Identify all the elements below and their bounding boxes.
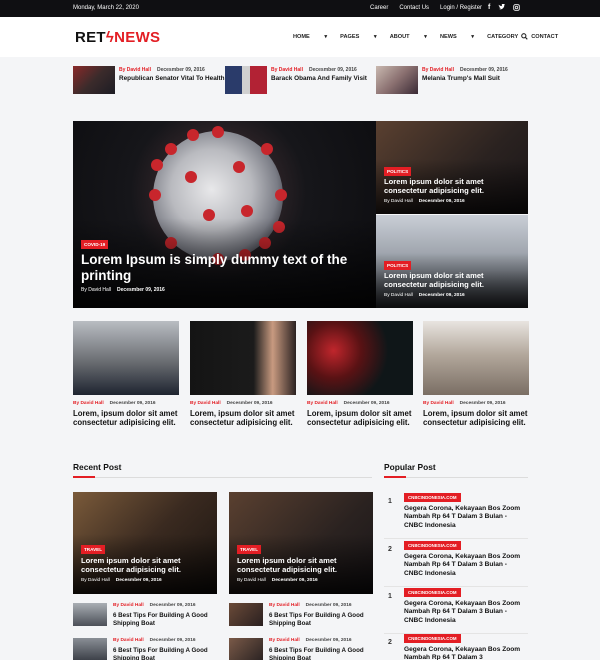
nav-home[interactable]: HOME ▾ [293, 34, 327, 40]
ticker-title[interactable]: Melania Trump's Mall Suit [422, 75, 530, 83]
heading-underline [73, 476, 95, 478]
social-links: f [488, 3, 521, 13]
news-card[interactable]: By David Hall Decesmber 09, 2016 Lorem, i… [190, 321, 296, 441]
top-bar: Monday, March 22, 2020 Career Contact Us… [0, 0, 600, 17]
category-badge[interactable]: TRAVEL [81, 545, 106, 554]
career-link[interactable]: Career [370, 5, 388, 11]
popular-rank: 2 [388, 546, 392, 553]
recent-thumbnail [229, 638, 263, 660]
news-card[interactable]: By David Hall Decesmber 09, 2016 Lorem, i… [307, 321, 413, 441]
site-logo[interactable]: RETϟNEWS [75, 29, 160, 46]
popular-title[interactable]: Gegera Corona, Kekayaan Bos Zoom Nambah … [404, 505, 526, 530]
category-badge[interactable]: COVID-19 [81, 240, 109, 249]
source-badge[interactable]: CNBCINDONESIA.COM [404, 634, 461, 643]
popular-rank: 1 [388, 593, 392, 600]
recent-list-item[interactable]: By David Hall Decesmber 09, 2016 6 Best T… [229, 638, 379, 660]
ticker-item[interactable]: By David Hall Decesmber 09, 2016 Republic… [73, 66, 225, 96]
recent-item-title[interactable]: 6 Best Tips For Building A Good Shipping… [269, 647, 379, 660]
popular-title[interactable]: Gegera Corona, Kekayaan Bos Zoom Nambah … [404, 553, 526, 578]
nav-news[interactable]: NEWS ▾ [440, 34, 474, 40]
recent-post-heading: Recent Post [73, 462, 122, 472]
recent-thumbnail [229, 603, 263, 626]
nav-about[interactable]: ABOUT ▾ [390, 34, 427, 40]
side-story-meta: By David Hall Decesmber 09, 2016 [384, 199, 465, 204]
recent-thumbnail [73, 603, 107, 626]
contact-us-link[interactable]: Contact Us [399, 5, 429, 11]
popular-item[interactable]: 1 CNBCINDONESIA.COM Gegera Corona, Kekay… [384, 588, 528, 636]
ticker-item[interactable]: By David Hall Decesmber 09, 2016 Barack O… [225, 66, 375, 96]
recent-feature[interactable]: TRAVEL Lorem ipsum dolor sit amet consec… [73, 492, 217, 594]
recent-item-title[interactable]: 6 Best Tips For Building A Good Shipping… [113, 612, 223, 628]
popular-post-heading: Popular Post [384, 462, 436, 472]
popular-rank: 2 [388, 639, 392, 646]
card-image [190, 321, 296, 395]
news-card[interactable]: By David Hall Decesmber 09, 2016 Lorem, i… [73, 321, 179, 441]
recent-item-title[interactable]: 6 Best Tips For Building A Good Shipping… [113, 647, 223, 660]
hero-title[interactable]: Lorem Ipsum is simply dummy text of the … [81, 252, 373, 284]
source-badge[interactable]: CNBCINDONESIA.COM [404, 541, 461, 550]
ticker-thumbnail [225, 66, 267, 94]
card-image [307, 321, 413, 395]
recent-thumbnail [73, 638, 107, 660]
side-story[interactable]: POLITICS Lorem ipsum dolor sit amet cons… [376, 121, 528, 214]
source-badge[interactable]: CNBCINDONESIA.COM [404, 493, 461, 502]
category-badge[interactable]: POLITICS [384, 261, 412, 270]
hero-meta: By David Hall Decesmber 09, 2016 [81, 287, 165, 293]
search-icon[interactable] [521, 33, 528, 42]
side-story-meta: By David Hall Decesmber 09, 2016 [384, 293, 465, 298]
top-links: Career Contact Us Login / Register [370, 5, 482, 11]
card-title[interactable]: Lorem, ipsum dolor sit amet consectetur … [73, 409, 181, 428]
twitter-icon[interactable] [498, 3, 506, 13]
recent-list-item[interactable]: By David Hall Decesmber 09, 2016 6 Best T… [73, 603, 223, 633]
recent-item-title[interactable]: 6 Best Tips For Building A Good Shipping… [269, 612, 379, 628]
login-register-link[interactable]: Login / Register [440, 5, 482, 11]
recent-list-item[interactable]: By David Hall Decesmber 09, 2016 6 Best T… [73, 638, 223, 660]
facebook-icon[interactable]: f [488, 4, 490, 13]
category-badge[interactable]: POLITICS [384, 167, 412, 176]
ticker-title[interactable]: Republican Senator Vital To Health [119, 75, 227, 83]
popular-title[interactable]: Gegera Corona, Kekayaan Bos Zoom Nambah … [404, 646, 526, 660]
side-story-title[interactable]: Lorem ipsum dolor sit amet consectetur a… [384, 177, 524, 195]
ticker-item[interactable]: By David Hall Decesmber 09, 2016 Melania … [376, 66, 526, 96]
side-story-title[interactable]: Lorem ipsum dolor sit amet consectetur a… [384, 271, 524, 289]
nav-pages[interactable]: PAGES ▾ [340, 34, 377, 40]
card-title[interactable]: Lorem, ipsum dolor sit amet consectetur … [307, 409, 415, 428]
site-header: RETϟNEWS HOME ▾ PAGES ▾ ABOUT ▾ NEWS ▾ C… [0, 17, 600, 57]
popular-item[interactable]: 2 CNBCINDONESIA.COM Gegera Corona, Kekay… [384, 541, 528, 589]
nav-contact[interactable]: CONTACT [531, 34, 558, 40]
headline-ticker: By David Hall Decesmber 09, 2016 Republic… [73, 66, 533, 96]
recent-feature[interactable]: TRAVEL Lorem ipsum dolor sit amet consec… [229, 492, 373, 594]
popular-item[interactable]: 2 CNBCINDONESIA.COM Gegera Corona, Kekay… [384, 634, 528, 660]
news-card[interactable]: By David Hall Decesmber 09, 2016 Lorem, i… [423, 321, 529, 441]
recent-feature-title[interactable]: Lorem ipsum dolor sit amet consectetur a… [237, 556, 373, 574]
card-title[interactable]: Lorem, ipsum dolor sit amet consectetur … [423, 409, 531, 428]
popular-item[interactable]: 1 CNBCINDONESIA.COM Gegera Corona, Kekay… [384, 493, 528, 541]
card-image [73, 321, 179, 395]
ticker-thumbnail [376, 66, 418, 94]
source-badge[interactable]: CNBCINDONESIA.COM [404, 588, 461, 597]
heading-underline [384, 476, 406, 478]
ticker-thumbnail [73, 66, 115, 94]
main-nav: HOME ▾ PAGES ▾ ABOUT ▾ NEWS ▾ CATEGORY C… [293, 33, 571, 42]
ticker-title[interactable]: Barack Obama And Family Visit [271, 75, 379, 83]
popular-title[interactable]: Gegera Corona, Kekayaan Bos Zoom Nambah … [404, 600, 526, 625]
side-story[interactable]: POLITICS Lorem ipsum dolor sit amet cons… [376, 215, 528, 308]
card-image [423, 321, 529, 395]
current-date: Monday, March 22, 2020 [73, 5, 139, 11]
recent-feature-title[interactable]: Lorem ipsum dolor sit amet consectetur a… [81, 556, 217, 574]
instagram-icon[interactable] [513, 4, 521, 13]
category-badge[interactable]: TRAVEL [237, 545, 262, 554]
recent-list-item[interactable]: By David Hall Decesmber 09, 2016 6 Best T… [229, 603, 379, 633]
popular-rank: 1 [388, 498, 392, 505]
card-title[interactable]: Lorem, ipsum dolor sit amet consectetur … [190, 409, 298, 428]
nav-category[interactable]: CATEGORY [487, 34, 518, 40]
hero-story[interactable]: COVID-19 Lorem Ipsum is simply dummy tex… [73, 121, 376, 308]
